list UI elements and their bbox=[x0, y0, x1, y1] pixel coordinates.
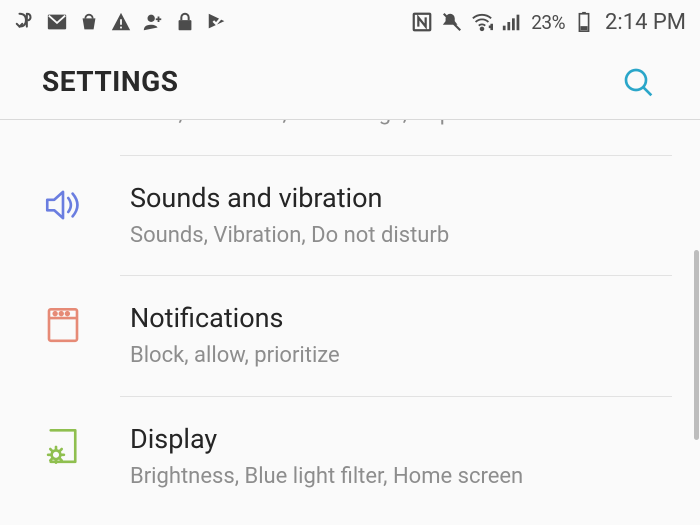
settings-list[interactable]: Wi-Fi, Bluetooth, Data usage, Airplane m… bbox=[0, 120, 700, 525]
sound-icon bbox=[42, 184, 84, 226]
notifications-icon bbox=[42, 304, 84, 346]
nfc-icon bbox=[411, 11, 433, 33]
settings-item-title: Display bbox=[130, 423, 672, 457]
settings-item-connections[interactable]: Wi-Fi, Bluetooth, Data usage, Airplane m… bbox=[120, 120, 672, 156]
status-right: + 23% 2:14 PM bbox=[411, 10, 686, 35]
settings-item-subtitle: Sounds, Vibration, Do not disturb bbox=[130, 222, 672, 250]
person-add-icon bbox=[142, 11, 164, 33]
status-bar: + 23% 2:14 PM bbox=[0, 0, 700, 44]
play-check-icon bbox=[206, 11, 228, 33]
battery-icon bbox=[573, 11, 595, 33]
svg-text:+: + bbox=[490, 22, 494, 32]
wifi-icon: + bbox=[471, 11, 493, 33]
lock-icon bbox=[174, 11, 196, 33]
bag-icon bbox=[78, 11, 100, 33]
display-icon bbox=[42, 425, 84, 467]
settings-item-subtitle: Block, allow, prioritize bbox=[130, 342, 672, 370]
settings-item-subtitle: Brightness, Blue light filter, Home scre… bbox=[130, 463, 672, 491]
scrollbar-thumb[interactable] bbox=[694, 250, 699, 440]
search-icon bbox=[622, 66, 654, 98]
page-title: SETTINGS bbox=[42, 65, 178, 98]
warning-icon bbox=[110, 11, 132, 33]
settings-item-title: Notifications bbox=[130, 302, 672, 336]
sync-icon bbox=[14, 11, 36, 33]
settings-item-notifications[interactable]: Notifications Block, allow, prioritize bbox=[120, 276, 672, 396]
mute-icon bbox=[441, 11, 463, 33]
search-button[interactable] bbox=[618, 62, 658, 102]
mail-icon bbox=[46, 11, 68, 33]
clock: 2:14 PM bbox=[605, 10, 686, 35]
settings-item-display[interactable]: Display Brightness, Blue light filter, H… bbox=[120, 397, 672, 517]
settings-item-subtitle: Wi-Fi, Bluetooth, Data usage, Airplane m… bbox=[130, 120, 672, 133]
status-left bbox=[14, 11, 228, 33]
settings-item-title: Sounds and vibration bbox=[130, 182, 672, 216]
battery-percent: 23% bbox=[531, 11, 565, 34]
settings-item-sounds[interactable]: Sounds and vibration Sounds, Vibration, … bbox=[120, 156, 672, 276]
app-header: SETTINGS bbox=[0, 44, 700, 120]
signal-icon bbox=[501, 11, 523, 33]
